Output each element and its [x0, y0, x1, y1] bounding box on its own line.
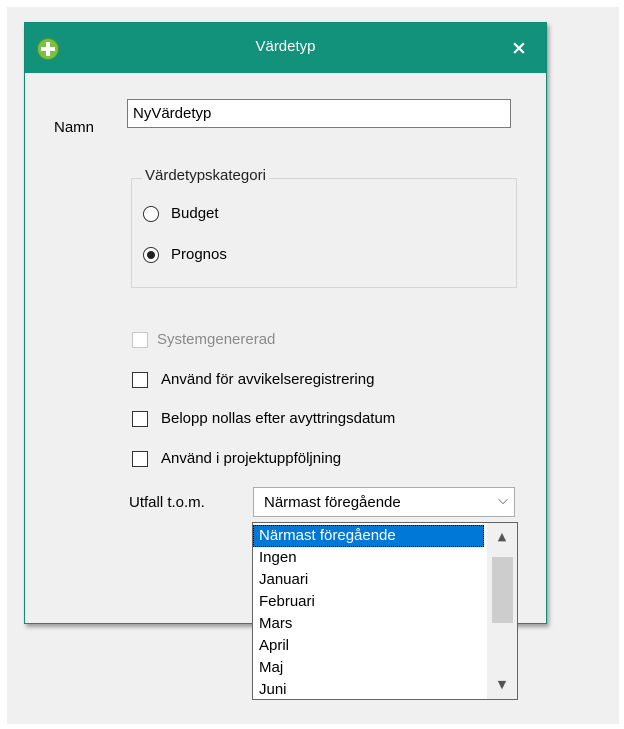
chevron-down-icon[interactable]: ⌵ — [498, 493, 508, 508]
name-input[interactable] — [127, 99, 511, 128]
checkbox-projektuppfoljning-label[interactable]: Använd i projektuppföljning — [161, 450, 341, 467]
radio-budget[interactable] — [143, 206, 159, 222]
outcome-label: Utfall t.o.m. — [129, 494, 205, 511]
dropdown-option-ingen[interactable]: Ingen — [253, 547, 484, 569]
scroll-up-arrow-icon[interactable]: ▲ — [487, 523, 517, 551]
dropdown-option-januari[interactable]: Januari — [253, 569, 484, 591]
checkbox-belopp-nollas[interactable] — [132, 411, 148, 427]
dropdown-option-mars[interactable]: Mars — [253, 613, 484, 635]
dialog-title: Värdetyp — [255, 38, 316, 55]
checkbox-belopp-nollas-label[interactable]: Belopp nollas efter avyttringsdatum — [161, 410, 395, 427]
outcome-combobox[interactable]: Närmast föregående ⌵ — [253, 487, 515, 517]
checkbox-avvikelseregistrering[interactable] — [132, 372, 148, 388]
checkbox-systemgenererad-label: Systemgenererad — [157, 331, 276, 348]
close-button[interactable]: × — [506, 35, 532, 61]
radio-prognos-label[interactable]: Prognos — [171, 246, 227, 263]
dropdown-option-april[interactable]: April — [253, 635, 484, 657]
dropdown-option-maj[interactable]: Maj — [253, 657, 484, 679]
outcome-dropdown-list[interactable]: Närmast föregående Ingen Januari Februar… — [252, 522, 518, 700]
name-label: Namn — [54, 119, 95, 136]
scroll-down-arrow-icon[interactable]: ▼ — [487, 671, 517, 699]
checkbox-systemgenererad — [132, 332, 148, 348]
outcome-selected-value: Närmast föregående — [264, 494, 401, 511]
checkbox-avvikelseregistrering-label[interactable]: Använd för avvikelseregistrering — [161, 371, 374, 388]
radio-budget-label[interactable]: Budget — [171, 205, 219, 222]
dropdown-scrollbar[interactable]: ▲ ▼ — [487, 523, 517, 699]
checkbox-projektuppfoljning[interactable] — [132, 451, 148, 467]
scrollbar-thumb[interactable] — [492, 557, 513, 623]
dropdown-option-narmast-foregaende[interactable]: Närmast föregående — [253, 525, 484, 547]
category-groupbox — [131, 178, 517, 288]
dropdown-option-juni[interactable]: Juni — [253, 679, 484, 699]
title-bar[interactable]: Värdetyp × — [25, 23, 546, 73]
dropdown-option-februari[interactable]: Februari — [253, 591, 484, 613]
category-legend: Värdetypskategori — [142, 167, 269, 184]
radio-prognos[interactable] — [143, 247, 159, 263]
